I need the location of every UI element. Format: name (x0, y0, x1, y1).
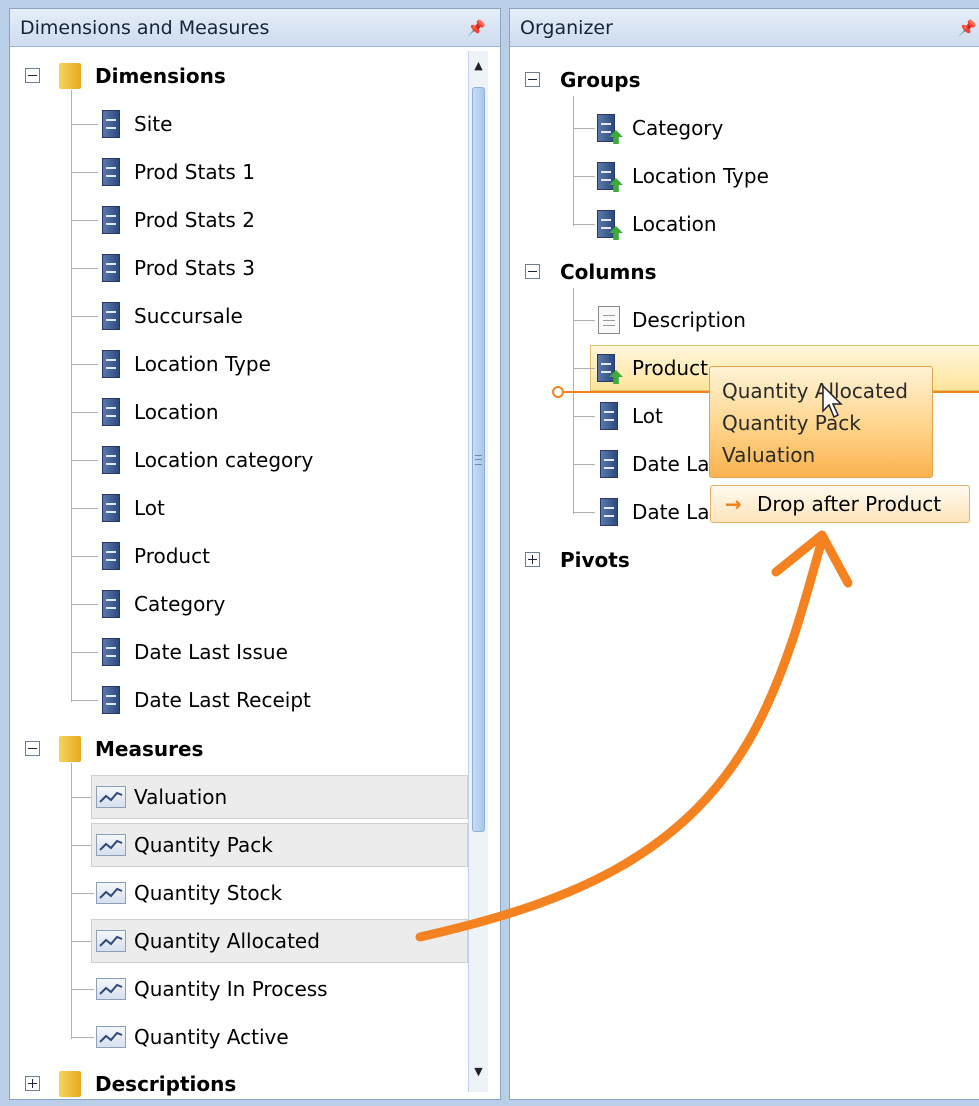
drag-item: Valuation (722, 443, 816, 467)
drop-hint-label: Drop after Product (757, 492, 942, 516)
drag-overlay (415, 386, 979, 942)
drag-arrow-path (415, 535, 827, 942)
mouse-cursor-icon (822, 385, 843, 419)
arrow-right-icon: → (725, 492, 742, 516)
insertion-marker (552, 386, 564, 398)
drag-preview: Quantity Allocated Quantity Pack Valuati… (709, 366, 933, 478)
drag-item: Quantity Allocated (722, 379, 908, 403)
drop-hint: → Drop after Product (710, 485, 970, 523)
